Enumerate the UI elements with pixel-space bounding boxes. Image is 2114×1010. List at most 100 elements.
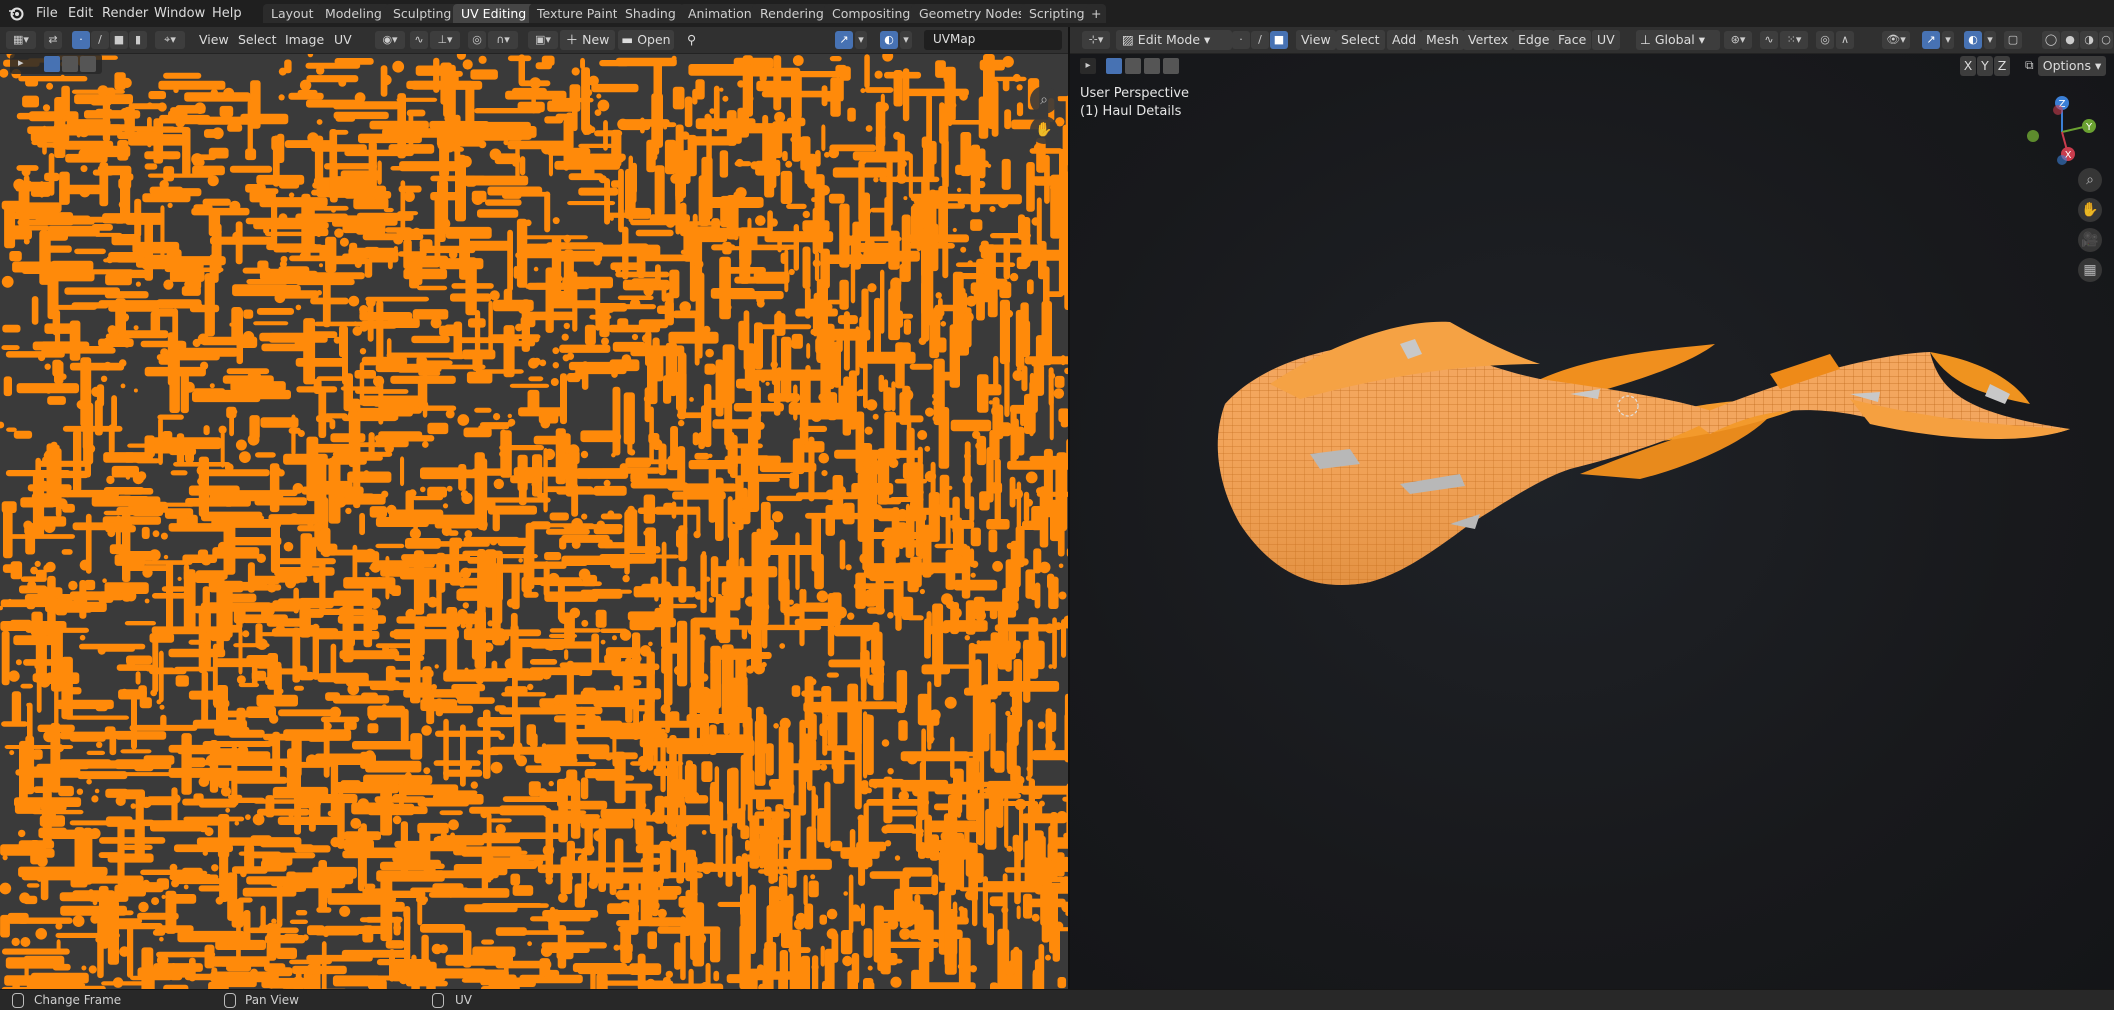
- uv-island-dot: [1007, 543, 1014, 550]
- vp-menu-view[interactable]: View: [1296, 30, 1336, 50]
- uv-menu-image[interactable]: Image: [281, 30, 328, 50]
- pin-icon[interactable]: ⚲: [683, 30, 700, 50]
- tab-layout[interactable]: Layout: [263, 4, 322, 23]
- uv-island-dot: [1038, 722, 1045, 729]
- box-select-subtract-icon[interactable]: [80, 56, 96, 72]
- transform-orientation-dropdown[interactable]: ⊥ Global ▾: [1636, 30, 1720, 50]
- edge-mode-icon[interactable]: /: [1251, 31, 1269, 49]
- uv-island: [33, 342, 90, 351]
- viewport-gizmo-icon[interactable]: ↗: [1922, 31, 1940, 49]
- proportional-edit-icon[interactable]: ◎: [468, 31, 486, 49]
- vp-menu-edge[interactable]: Edge: [1513, 30, 1554, 50]
- tab-animation[interactable]: Animation: [680, 4, 760, 23]
- vp-menu-face[interactable]: Face: [1553, 30, 1591, 50]
- vp-menu-select[interactable]: Select: [1336, 30, 1385, 50]
- viewport-overlay-icon[interactable]: ◐: [1964, 31, 1982, 49]
- tab-sculpting[interactable]: Sculpting: [385, 4, 459, 23]
- viewport-proportional-icon[interactable]: ◎: [1816, 31, 1834, 49]
- vp-menu-vertex[interactable]: Vertex: [1463, 30, 1513, 50]
- uv-gizmo-dropdown-icon[interactable]: ▾: [855, 31, 867, 49]
- sticky-select-icon[interactable]: ⌖▾: [155, 31, 185, 49]
- tab-texture-paint[interactable]: Texture Paint: [529, 4, 626, 23]
- box-select-extend-icon[interactable]: [62, 56, 78, 72]
- menu-help[interactable]: Help: [206, 4, 248, 23]
- tab-shading[interactable]: Shading: [617, 4, 684, 23]
- uv-island-dot: [630, 299, 641, 310]
- tab-scripting[interactable]: Scripting: [1021, 4, 1093, 23]
- uv-overlay-icon[interactable]: ◐: [880, 31, 898, 49]
- open-image-button[interactable]: ▬ Open: [618, 30, 674, 50]
- viewport-snap-icon[interactable]: ∿: [1760, 31, 1778, 49]
- uv-island-dot: [268, 608, 275, 615]
- menu-file[interactable]: File: [30, 4, 64, 23]
- uv-island: [96, 705, 108, 711]
- island-select-icon[interactable]: ▮: [129, 31, 147, 49]
- uv-island-dot: [898, 537, 902, 541]
- viewport-gizmo-dropdown-icon[interactable]: ▾: [1942, 31, 1954, 49]
- vp-menu-mesh[interactable]: Mesh: [1421, 30, 1464, 50]
- mode-dropdown[interactable]: ▨ Edit Mode ▾: [1116, 30, 1232, 50]
- snap-increment-icon[interactable]: ⁙▾: [1780, 31, 1808, 49]
- vp-menu-uv[interactable]: UV: [1592, 30, 1620, 50]
- tab-rendering[interactable]: Rendering: [752, 4, 832, 23]
- tab-uv-editing[interactable]: UV Editing: [453, 4, 534, 23]
- viewport-editor-type-icon[interactable]: ⊹▾: [1082, 31, 1110, 49]
- uv-overlay-dropdown-icon[interactable]: ▾: [900, 31, 912, 49]
- uv-menu-view[interactable]: View: [195, 30, 233, 50]
- vp-menu-add[interactable]: Add: [1387, 30, 1421, 50]
- falloff-icon[interactable]: ∩▾: [488, 31, 518, 49]
- tab-geometry-nodes[interactable]: Geometry Nodes: [911, 4, 1032, 23]
- add-workspace-button[interactable]: +: [1086, 4, 1106, 23]
- uv-island-dot: [435, 836, 443, 844]
- face-select-icon[interactable]: ■: [110, 31, 128, 49]
- menu-edit[interactable]: Edit: [62, 4, 99, 23]
- pivot-point-icon[interactable]: ⊛▾: [1724, 31, 1752, 49]
- uv-gizmo-icon[interactable]: ↗: [835, 31, 853, 49]
- tab-compositing[interactable]: Compositing: [824, 4, 918, 23]
- xray-icon[interactable]: ▢: [2004, 31, 2022, 49]
- 3d-viewport[interactable]: ▸ X Y Z ⧉ Options ▾ User Perspective (1)…: [1070, 54, 2114, 989]
- tab-modeling[interactable]: Modeling: [317, 4, 390, 23]
- uv-menu-select[interactable]: Select: [234, 30, 281, 50]
- pan-hand-icon[interactable]: ✋: [1030, 116, 1058, 144]
- menu-render[interactable]: Render: [96, 4, 154, 23]
- viewport-overlay-dropdown-icon[interactable]: ▾: [1984, 31, 1996, 49]
- uv-island-dot: [442, 631, 450, 639]
- uv-editor-header: ▦▾ ⇄ · / ■ ▮ ⌖▾ View Select Image UV ◉▾ …: [0, 27, 1068, 54]
- edge-select-icon[interactable]: /: [91, 31, 109, 49]
- uv-island: [910, 364, 933, 370]
- editor-type-icon[interactable]: ▦▾: [6, 31, 36, 49]
- rendered-shading-icon[interactable]: ○: [2099, 31, 2113, 49]
- blender-logo-icon[interactable]: [8, 5, 24, 21]
- uv-island-dot: [59, 681, 68, 690]
- snap-target-icon[interactable]: ⊥▾: [430, 31, 460, 49]
- vertex-mode-icon[interactable]: ·: [1232, 31, 1250, 49]
- edit-mode-icon: ▨: [1122, 32, 1138, 47]
- material-shading-icon[interactable]: ◑: [2080, 31, 2098, 49]
- solid-shading-icon[interactable]: ●: [2061, 31, 2079, 49]
- uv-island: [585, 325, 596, 345]
- uv-island: [550, 513, 569, 521]
- pivot-icon[interactable]: ◉▾: [375, 31, 405, 49]
- box-select-icon[interactable]: [44, 56, 60, 72]
- tool-arrow-icon[interactable]: ▸: [18, 56, 24, 69]
- image-browse-icon[interactable]: ▣▾: [528, 31, 558, 49]
- viewport-falloff-icon[interactable]: ∧: [1836, 31, 1854, 49]
- sync-selection-icon[interactable]: ⇄: [44, 31, 62, 49]
- uvmap-field[interactable]: UVMap: [924, 30, 1062, 50]
- menu-window[interactable]: Window: [148, 4, 211, 23]
- uv-menu-uv[interactable]: UV: [330, 30, 356, 50]
- wireframe-shading-icon[interactable]: ◯: [2042, 31, 2060, 49]
- face-mode-icon[interactable]: ■: [1270, 31, 1288, 49]
- new-image-button[interactable]: ＋ New: [560, 30, 615, 50]
- ship-body[interactable]: [1218, 322, 2070, 585]
- uv-island-dot: [1054, 622, 1062, 630]
- uv-island: [732, 800, 736, 814]
- visibility-icon[interactable]: 👁▾: [1882, 31, 1910, 49]
- snap-icon[interactable]: ∿: [410, 31, 428, 49]
- uv-island-dot: [776, 311, 781, 316]
- vertex-select-icon[interactable]: ·: [72, 31, 90, 49]
- uv-editor-canvas[interactable]: ▸ ⌕ ✋: [0, 54, 1068, 989]
- uv-island-dot: [596, 94, 601, 99]
- zoom-icon[interactable]: ⌕: [1030, 86, 1058, 114]
